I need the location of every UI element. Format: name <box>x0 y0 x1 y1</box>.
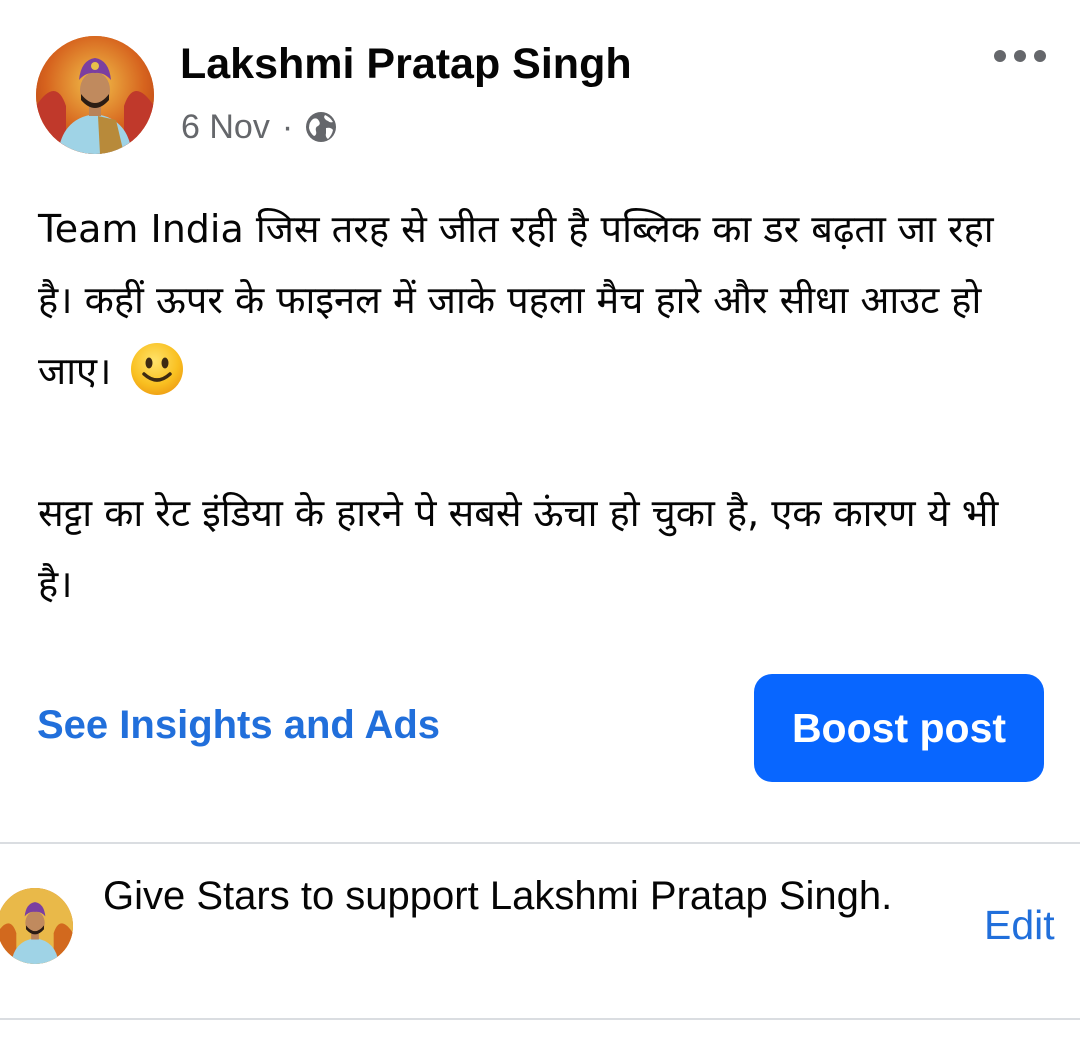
post-timestamp[interactable]: 6 Nov <box>181 108 270 147</box>
more-dots-icon <box>994 50 1046 62</box>
post-meta: 6 Nov · <box>181 106 339 148</box>
meta-separator: · <box>281 107 294 146</box>
post-text: Team India जिस तरह से जीत रही है पब्लिक … <box>38 194 1038 620</box>
globe-icon <box>306 112 337 142</box>
see-insights-link[interactable]: See Insights and Ads <box>37 703 440 748</box>
author-avatar[interactable] <box>36 36 154 154</box>
post-paragraph: सट्टा का रेट इंडिया के हारने पे सबसे ऊंच… <box>38 491 999 606</box>
boost-post-button[interactable]: Boost post <box>754 674 1044 782</box>
divider <box>0 842 1080 844</box>
avatar-photo <box>36 36 154 154</box>
author-name[interactable]: Lakshmi Pratap Singh <box>180 40 632 89</box>
edit-stars-link[interactable]: Edit <box>984 902 1055 949</box>
stars-support-text: Give Stars to support Lakshmi Pratap Sin… <box>103 874 893 918</box>
divider <box>0 1018 1080 1020</box>
avatar-photo <box>0 888 73 964</box>
stars-avatar <box>0 888 73 964</box>
post-paragraph: Team India जिस तरह से जीत रही है पब्लिक … <box>38 194 1038 407</box>
more-options-button[interactable] <box>990 36 1050 76</box>
slightly-smiling-face-icon <box>130 342 184 396</box>
